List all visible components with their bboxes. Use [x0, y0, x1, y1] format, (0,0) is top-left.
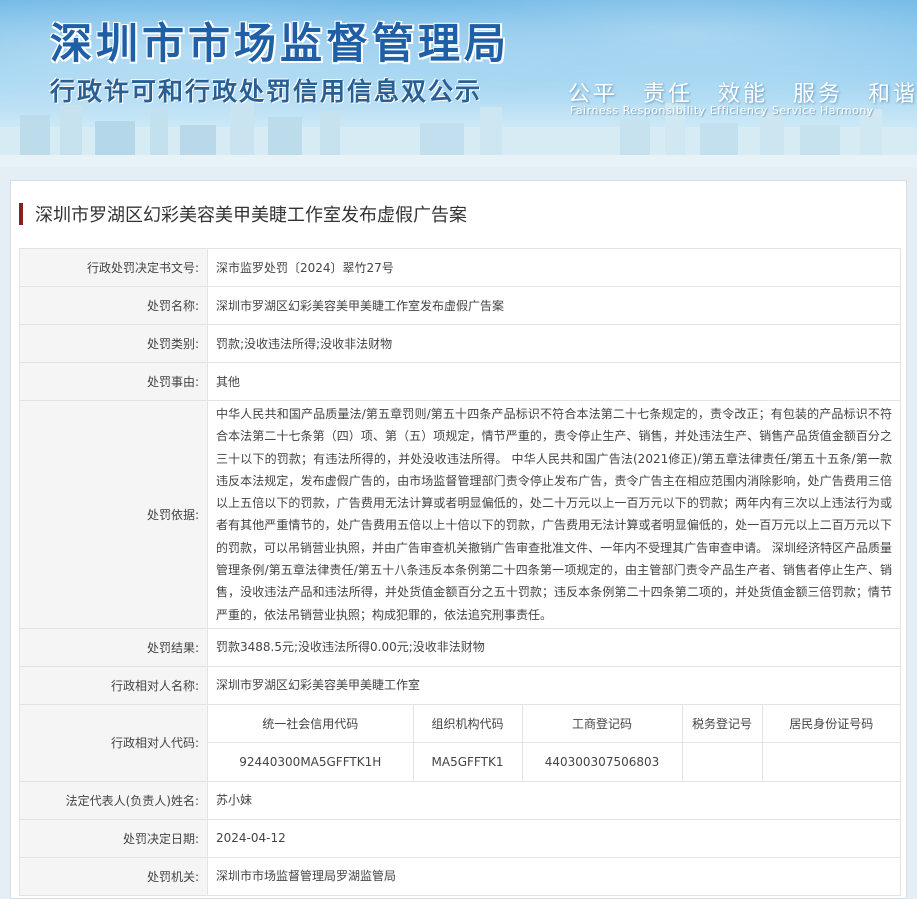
- code-value: [681, 742, 762, 781]
- label-legal-rep: 法定代表人(负责人)姓名:: [19, 780, 208, 820]
- party-code-header-row: 统一社会信用代码 组织机构代码 工商登记码 税务登记号 居民身份证号码: [208, 704, 900, 744]
- row-penalty-basis: 处罚依据: 中华人民共和国产品质量法/第五章罚则/第五十四条产品标识不符合本法第…: [19, 400, 901, 629]
- heading-accent-bar: [19, 203, 23, 225]
- value-penalty-reason: 其他: [207, 362, 901, 401]
- label-penalty-category: 处罚类别:: [19, 324, 208, 363]
- row-party-name: 行政相对人名称: 深圳市罗湖区幻彩美容美甲美睫工作室: [19, 665, 901, 705]
- code-header: 工商登记码: [521, 704, 682, 744]
- label-penalty-result: 处罚结果:: [19, 627, 208, 667]
- case-heading: 深圳市罗湖区幻彩美容美甲美睫工作室发布虚假广告案: [19, 201, 467, 227]
- value-penalty-category: 罚款;没收违法所得;没收非法财物: [207, 324, 901, 363]
- code-header: 统一社会信用代码: [208, 704, 413, 744]
- code-header: 税务登记号: [681, 704, 762, 744]
- case-panel: 深圳市罗湖区幻彩美容美甲美睫工作室发布虚假广告案 行政处罚决定书文号: 深市监罗…: [10, 180, 907, 899]
- label-decision-date: 处罚决定日期:: [19, 818, 208, 858]
- case-title: 深圳市罗湖区幻彩美容美甲美睫工作室发布虚假广告案: [35, 205, 467, 226]
- party-code-value-row: 92440300MA5GFFTK1H MA5GFFTK1 44030030750…: [208, 742, 900, 781]
- label-penalty-basis: 处罚依据:: [19, 400, 208, 629]
- row-decision-date: 处罚决定日期: 2024-04-12: [19, 818, 901, 858]
- site-subtitle: 行政许可和行政处罚信用信息双公示: [50, 77, 483, 106]
- code-header: 居民身份证号码: [761, 704, 900, 744]
- row-penalty-reason: 处罚事由: 其他: [19, 362, 901, 401]
- row-penalty-name: 处罚名称: 深圳市罗湖区幻彩美容美甲美睫工作室发布虚假广告案: [19, 286, 901, 325]
- label-decision-no: 行政处罚决定书文号:: [19, 248, 208, 287]
- header-banner: 深圳市市场监督管理局 行政许可和行政处罚信用信息双公示 公平 责任 效能 服务 …: [0, 0, 917, 167]
- code-value: MA5GFFTK1: [412, 742, 522, 781]
- value-penalty-result: 罚款3488.5元;没收违法所得0.00元;没收非法财物: [207, 627, 901, 667]
- case-info-table: 行政处罚决定书文号: 深市监罗处罚〔2024〕翠竹27号 处罚名称: 深圳市罗湖…: [19, 248, 901, 896]
- party-code-cell: 统一社会信用代码 组织机构代码 工商登记码 税务登记号 居民身份证号码 9244…: [207, 703, 901, 782]
- value-legal-rep: 苏小妹: [207, 780, 901, 820]
- label-authority: 处罚机关:: [19, 856, 208, 896]
- value-party-name: 深圳市罗湖区幻彩美容美甲美睫工作室: [207, 665, 901, 705]
- value-penalty-basis: 中华人民共和国产品质量法/第五章罚则/第五十四条产品标识不符合本法第二十七条规定…: [207, 400, 901, 629]
- label-party-name: 行政相对人名称:: [19, 665, 208, 705]
- row-penalty-category: 处罚类别: 罚款;没收违法所得;没收非法财物: [19, 324, 901, 363]
- row-penalty-result: 处罚结果: 罚款3488.5元;没收违法所得0.00元;没收非法财物: [19, 627, 901, 667]
- value-penalty-name: 深圳市罗湖区幻彩美容美甲美睫工作室发布虚假广告案: [207, 286, 901, 325]
- code-value: 92440300MA5GFFTK1H: [239, 755, 382, 770]
- motto-english: Fairness Responsibility Efficiency Servi…: [570, 104, 874, 117]
- row-decision-no: 行政处罚决定书文号: 深市监罗处罚〔2024〕翠竹27号: [19, 248, 901, 287]
- code-value: 440300307506803: [521, 742, 682, 781]
- code-header: 组织机构代码: [412, 704, 522, 744]
- party-code-table: 统一社会信用代码 组织机构代码 工商登记码 税务登记号 居民身份证号码 9244…: [208, 704, 900, 781]
- code-value: [761, 742, 900, 781]
- value-decision-no: 深市监罗处罚〔2024〕翠竹27号: [207, 248, 901, 287]
- value-authority: 深圳市市场监督管理局罗湖监管局: [207, 856, 901, 896]
- site-title: 深圳市市场监督管理局: [50, 19, 511, 68]
- label-party-code: 行政相对人代码:: [19, 703, 208, 782]
- row-authority: 处罚机关: 深圳市市场监督管理局罗湖监管局: [19, 856, 901, 896]
- value-decision-date: 2024-04-12: [207, 818, 901, 858]
- row-legal-rep: 法定代表人(负责人)姓名: 苏小妹: [19, 780, 901, 820]
- label-penalty-reason: 处罚事由:: [19, 362, 208, 401]
- label-penalty-name: 处罚名称:: [19, 286, 208, 325]
- row-party-code: 行政相对人代码: 统一社会信用代码 组织机构代码 工商登记码 税务登记号 居民身…: [19, 703, 901, 782]
